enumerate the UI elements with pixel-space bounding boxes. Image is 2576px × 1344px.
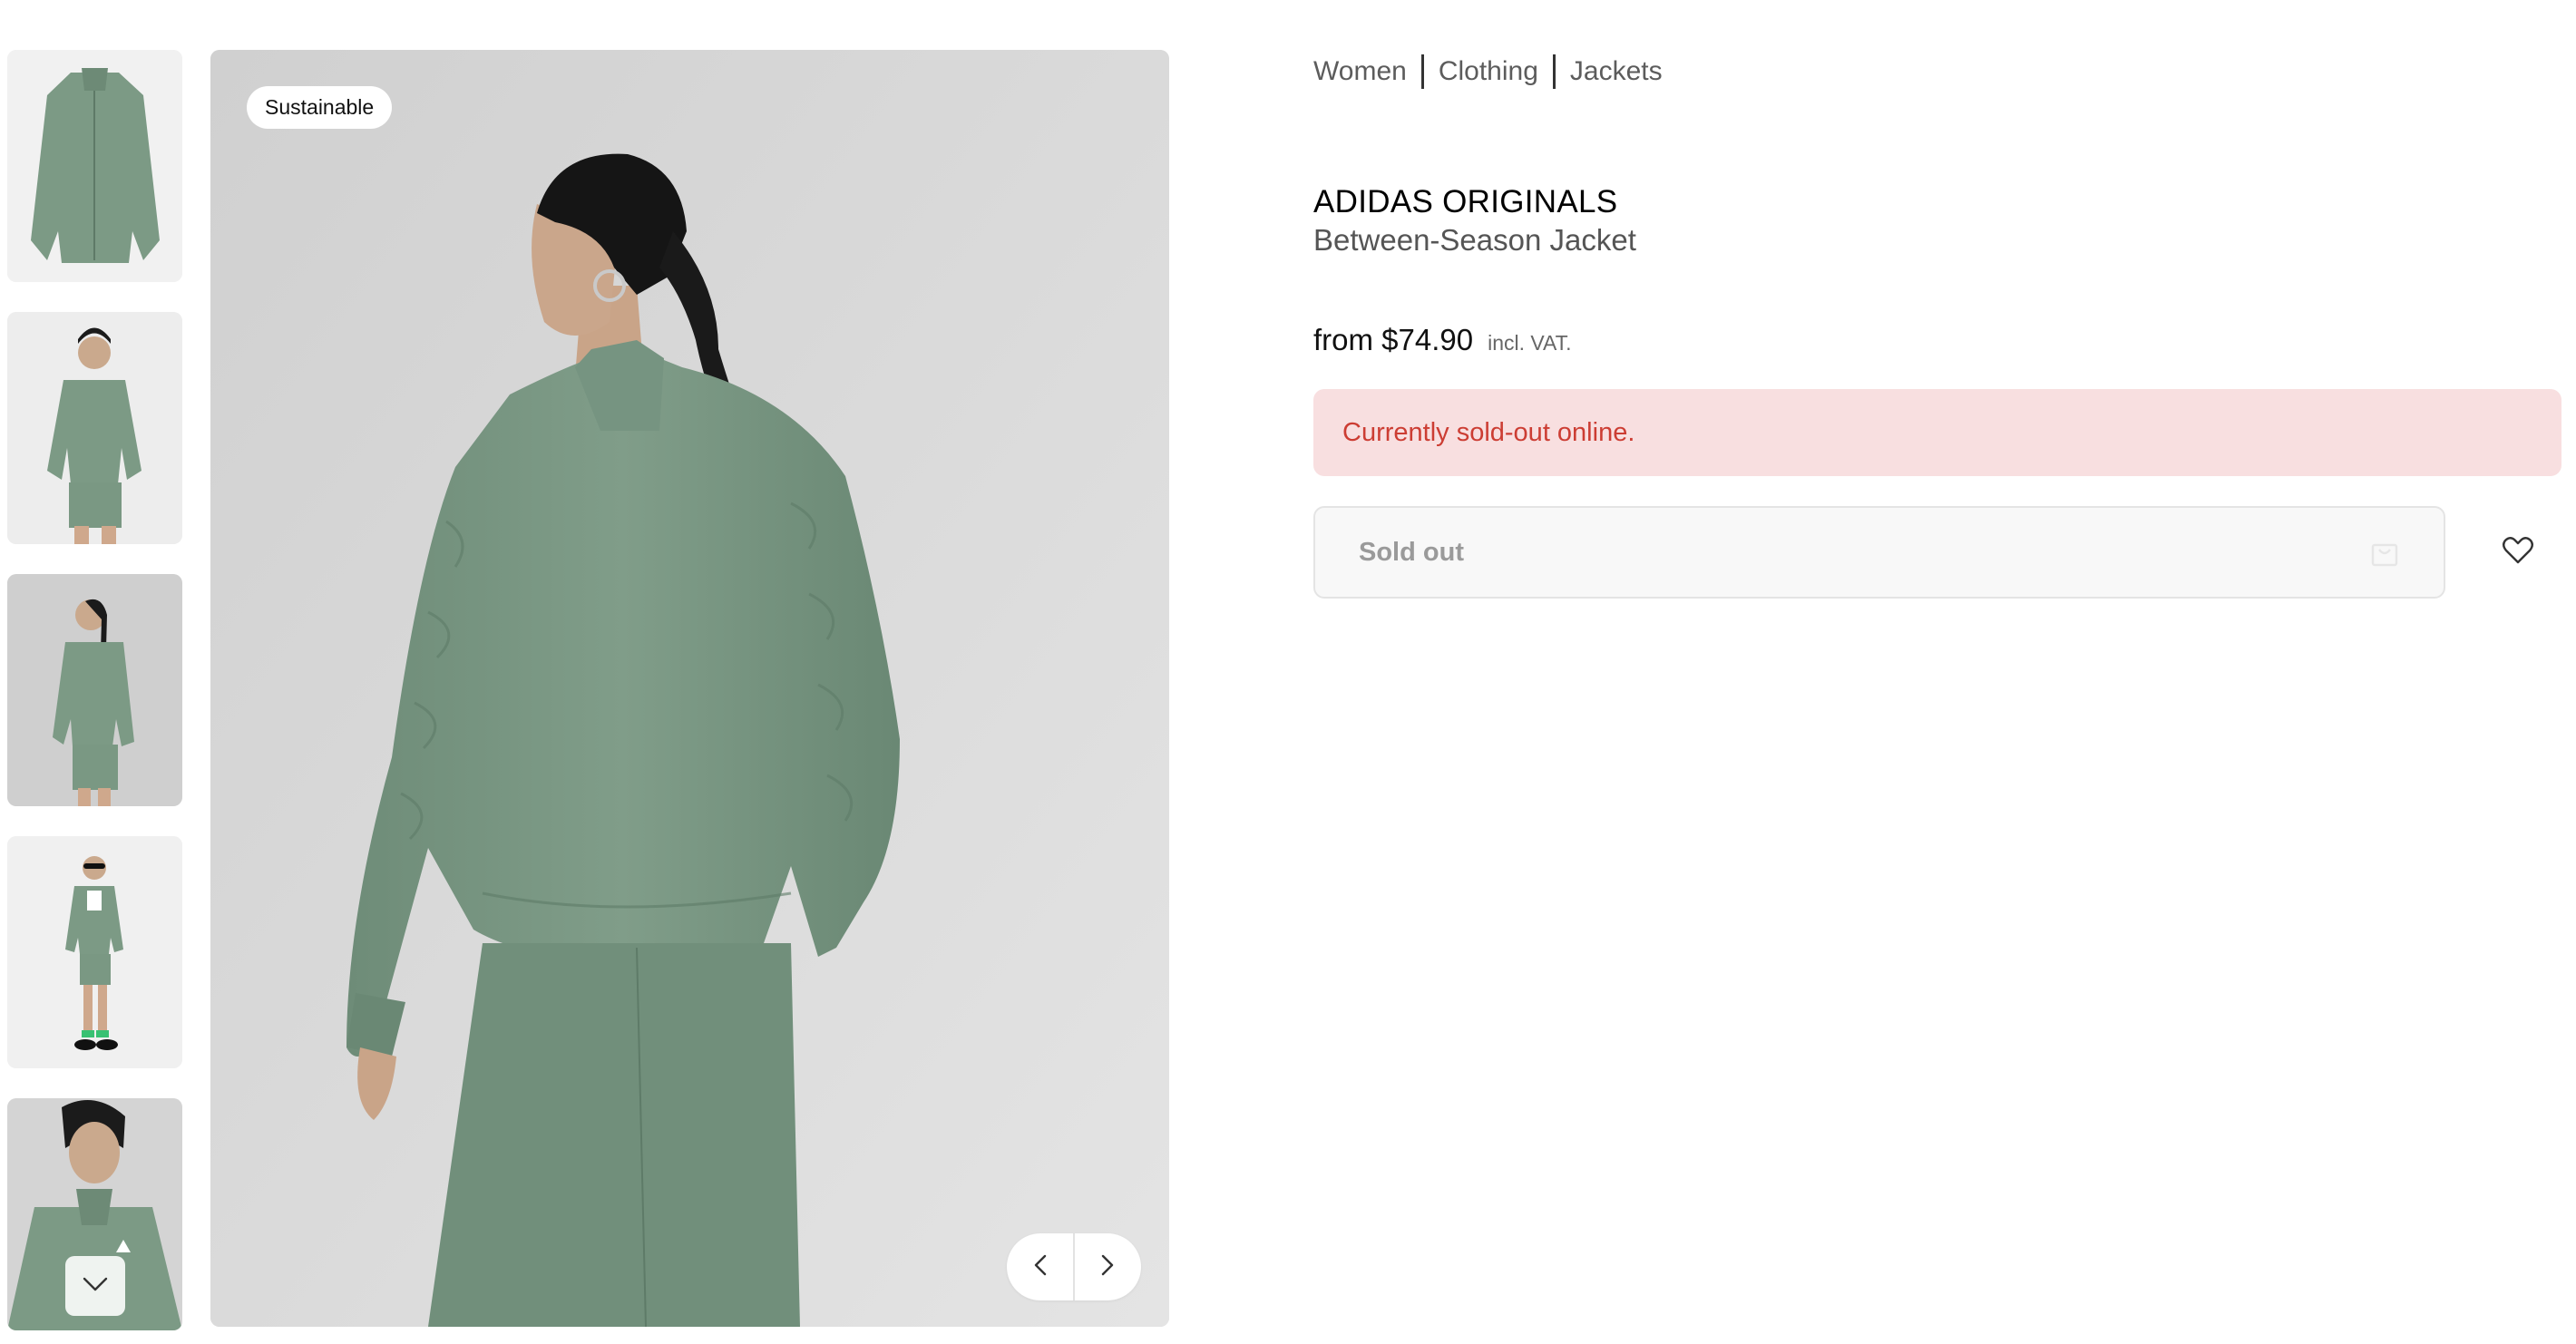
breadcrumb: Women Clothing Jackets <box>1313 54 1663 89</box>
next-image-button[interactable] <box>1075 1233 1141 1300</box>
image-navigation <box>1007 1233 1141 1300</box>
breadcrumb-divider <box>1552 54 1556 89</box>
thumbnail-model-side[interactable] <box>7 574 182 806</box>
price: from $74.90 <box>1313 323 1474 356</box>
breadcrumb-divider <box>1420 54 1424 89</box>
sold-out-button[interactable]: Sold out <box>1313 506 2445 599</box>
previous-image-button[interactable] <box>1007 1233 1073 1300</box>
brand-name[interactable]: ADIDAS ORIGINALS <box>1313 184 1617 220</box>
chevron-down-icon <box>82 1276 109 1297</box>
heart-icon <box>2502 536 2534 570</box>
thumbnail-model-front[interactable] <box>7 312 182 544</box>
product-details: Women Clothing Jackets ADIDAS ORIGINALS … <box>1313 0 2563 1344</box>
chevron-right-icon <box>1100 1253 1115 1281</box>
thumbnail-jacket-flatlay[interactable] <box>7 50 182 282</box>
breadcrumb-women[interactable]: Women <box>1313 56 1407 87</box>
sustainable-badge: Sustainable <box>247 86 393 129</box>
thumbnail-model-full-body[interactable] <box>7 836 182 1068</box>
sold-out-button-label: Sold out <box>1359 537 1464 567</box>
vat-note: incl. VAT. <box>1488 331 1572 355</box>
main-product-image[interactable]: Sustainable <box>210 50 1169 1327</box>
wishlist-button[interactable] <box>2492 526 2544 579</box>
thumbnails-scroll-down-button[interactable] <box>65 1256 125 1316</box>
sold-out-alert: Currently sold-out online. <box>1313 389 2561 476</box>
product-photo <box>210 50 1169 1327</box>
product-name: Between-Season Jacket <box>1313 223 1636 257</box>
breadcrumb-clothing[interactable]: Clothing <box>1439 56 1538 87</box>
shopping-bag-icon <box>2369 537 2400 575</box>
breadcrumb-jackets[interactable]: Jackets <box>1570 56 1663 87</box>
sold-out-alert-text: Currently sold-out online. <box>1342 417 1635 447</box>
chevron-left-icon <box>1033 1253 1048 1281</box>
sustainable-badge-label: Sustainable <box>265 95 375 119</box>
price-row: from $74.90 incl. VAT. <box>1313 323 1572 357</box>
